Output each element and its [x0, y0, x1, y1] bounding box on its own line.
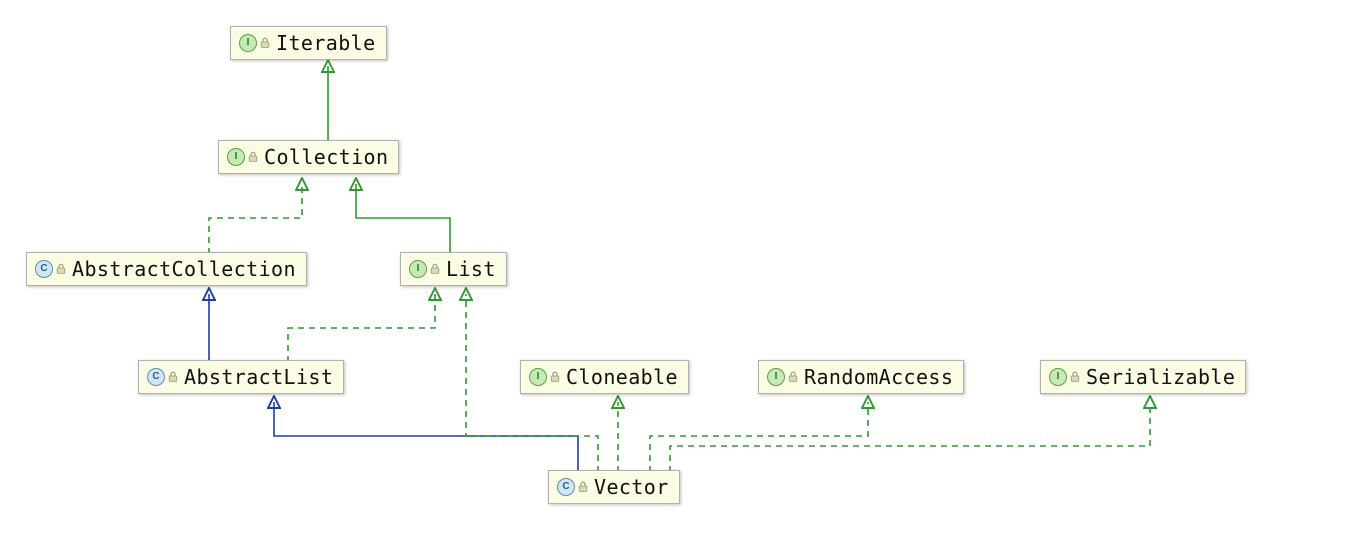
- node-vector[interactable]: C Vector: [548, 470, 680, 504]
- node-collection[interactable]: I Collection: [218, 140, 399, 174]
- interface-icon: I: [409, 260, 427, 278]
- lock-icon: [260, 37, 270, 49]
- node-label: RandomAccess: [804, 365, 953, 389]
- class-icon: C: [35, 260, 53, 278]
- node-label: Vector: [594, 475, 669, 499]
- lock-icon: [56, 263, 66, 275]
- lock-icon: [430, 263, 440, 275]
- node-cloneable[interactable]: I Cloneable: [520, 360, 689, 394]
- lock-icon: [788, 371, 798, 383]
- interface-icon: I: [767, 368, 785, 386]
- node-label: Cloneable: [566, 365, 678, 389]
- edge-vector-randomaccess: [650, 402, 868, 472]
- node-random-access[interactable]: I RandomAccess: [758, 360, 964, 394]
- node-list[interactable]: I List: [400, 252, 507, 286]
- node-abstract-list[interactable]: C AbstractList: [138, 360, 344, 394]
- edge-vector-abstractlist: [274, 402, 578, 472]
- edge-vector-serializable: [670, 402, 1150, 472]
- node-label: Serializable: [1086, 365, 1235, 389]
- node-iterable[interactable]: I Iterable: [230, 26, 387, 60]
- lock-icon: [1070, 371, 1080, 383]
- lock-icon: [248, 151, 258, 163]
- interface-icon: I: [1049, 368, 1067, 386]
- node-label: List: [446, 257, 496, 281]
- node-label: Collection: [264, 145, 388, 169]
- node-label: AbstractList: [184, 365, 333, 389]
- interface-icon: I: [239, 34, 257, 52]
- node-serializable[interactable]: I Serializable: [1040, 360, 1246, 394]
- lock-icon: [550, 371, 560, 383]
- node-label: AbstractCollection: [72, 257, 296, 281]
- edge-abstractcollection-collection: [209, 184, 302, 254]
- interface-icon: I: [529, 368, 547, 386]
- lock-icon: [168, 371, 178, 383]
- node-label: Iterable: [276, 31, 376, 55]
- edge-abstractlist-list: [288, 294, 435, 362]
- node-abstract-collection[interactable]: C AbstractCollection: [26, 252, 307, 286]
- interface-icon: I: [227, 148, 245, 166]
- lock-icon: [578, 481, 588, 493]
- class-icon: C: [147, 368, 165, 386]
- class-icon: C: [557, 478, 575, 496]
- edge-list-collection: [356, 184, 450, 254]
